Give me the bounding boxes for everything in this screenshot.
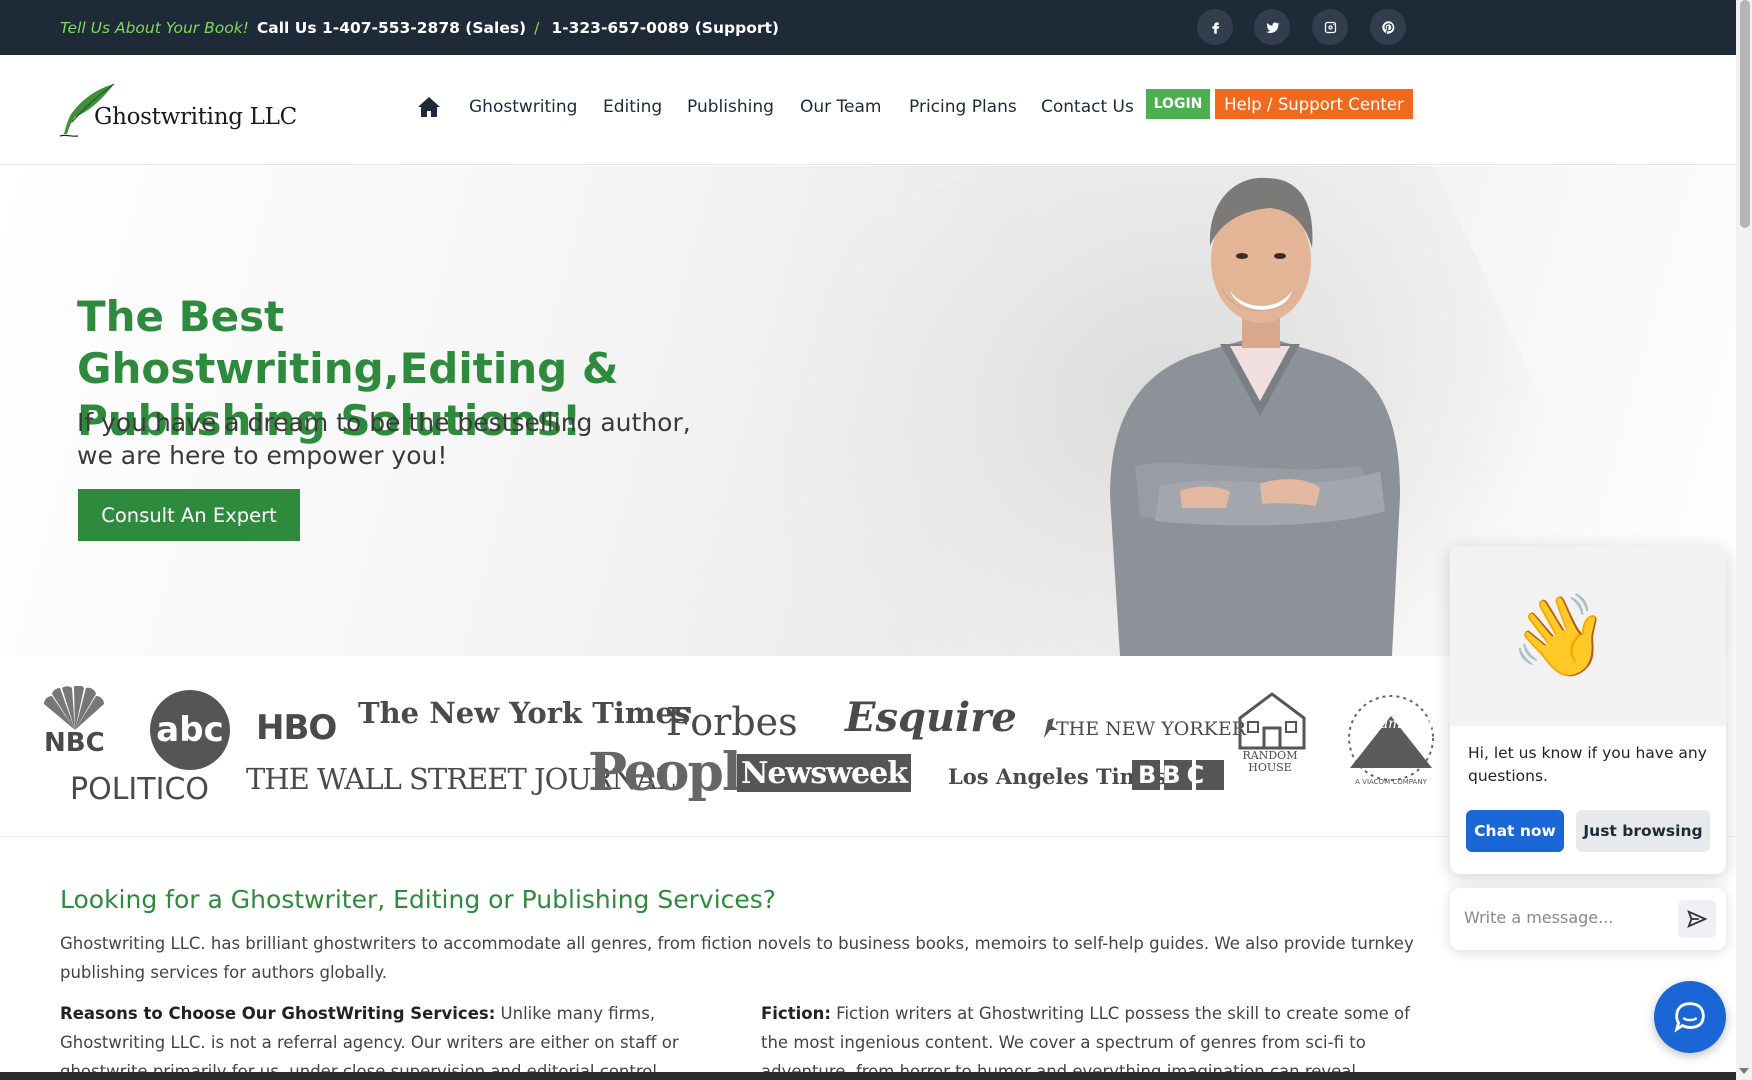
pinterest-icon[interactable] [1370, 9, 1406, 45]
section-title: Looking for a Ghostwriter, Editing or Pu… [60, 885, 777, 914]
nav-ghostwriting[interactable]: Ghostwriting [469, 89, 577, 125]
press-logos: NBC abc HBO The New York Times Forbes Es… [0, 656, 1450, 836]
sales-phone[interactable]: Call Us 1-407-553-2878 (Sales) [257, 19, 526, 37]
random-house-icon [1238, 692, 1306, 750]
paramount-mountain-icon [1348, 695, 1434, 781]
help-support-button[interactable]: Help / Support Center [1215, 89, 1413, 119]
logo-politico: POLITICO [70, 772, 209, 807]
site-header: Ghostwriting LLC Ghostwriting Editing Pu… [0, 55, 1736, 165]
facebook-icon[interactable] [1197, 9, 1233, 45]
reasons-heading: Reasons to Choose Our GhostWriting Servi… [60, 1004, 496, 1023]
section-intro: Ghostwriting LLC. has brilliant ghostwri… [60, 934, 1414, 982]
nbc-peacock-icon [44, 686, 104, 730]
nav-editing[interactable]: Editing [603, 89, 662, 125]
just-browsing-button[interactable]: Just browsing [1576, 810, 1710, 852]
page-scrollbar[interactable] [1736, 0, 1752, 1080]
logo-nytimes: The New York Times [358, 696, 691, 730]
chat-message-input[interactable]: Write a message... [1450, 888, 1726, 950]
logo-forbes: Forbes [666, 700, 798, 744]
top-bar: Tell Us About Your Book! Call Us 1-407-5… [0, 0, 1736, 55]
home-icon[interactable] [417, 89, 441, 125]
scrollbar-thumb[interactable] [1740, 0, 1750, 228]
logo-esquire: Esquire [845, 694, 1017, 741]
scroll-down-icon[interactable] [1739, 1068, 1749, 1074]
nav-pricing-plans[interactable]: Pricing Plans [909, 89, 1017, 125]
logo-bbc: BBC [1132, 760, 1224, 790]
reasons-column: Reasons to Choose Our GhostWriting Servi… [60, 999, 710, 1080]
topbar-contact: Tell Us About Your Book! Call Us 1-407-5… [60, 0, 779, 55]
paramount-text: Paramount [1356, 716, 1434, 732]
site-logo[interactable]: Ghostwriting LLC [58, 82, 297, 140]
nav-publishing[interactable]: Publishing [687, 89, 774, 125]
separator: / [534, 18, 540, 37]
logo-hbo: HBO [256, 708, 337, 748]
logo-nbc: NBC [44, 728, 105, 758]
chat-now-button[interactable]: Chat now [1466, 810, 1564, 852]
logo-text: Ghostwriting LLC [94, 104, 297, 130]
instagram-icon[interactable] [1312, 9, 1348, 45]
viacom-text: A VIACOM COMPANY [1355, 778, 1427, 786]
logo-newsweek: Newsweek [737, 754, 911, 792]
chat-input-placeholder: Write a message... [1464, 908, 1614, 927]
nav-contact-us[interactable]: Contact Us [1041, 89, 1134, 125]
chat-launcher-button[interactable] [1654, 981, 1726, 1053]
chat-popup-header: 👋 [1450, 546, 1726, 726]
logo-abc: abc [150, 690, 230, 770]
support-phone[interactable]: 1-323-657-0089 (Support) [551, 19, 779, 37]
logo-newyorker: THE NEW YORKER [1056, 718, 1247, 740]
newyorker-figure-icon [1044, 718, 1058, 738]
hero-subtitle: If you have a dream to be the bestsellin… [77, 408, 691, 470]
logo-random-house: RANDOM HOUSE [1242, 749, 1298, 774]
chat-message: Hi, let us know if you have any question… [1468, 744, 1707, 785]
send-icon[interactable] [1678, 900, 1716, 938]
fiction-heading: Fiction: [761, 1004, 831, 1023]
chat-bubble-icon [1674, 1002, 1705, 1033]
logo-paramount: Paramount A VIACOM COMPANY [1336, 694, 1446, 790]
consult-expert-button[interactable]: Consult An Expert [78, 489, 300, 541]
tell-us-link[interactable]: Tell Us About Your Book! [60, 19, 249, 37]
twitter-icon[interactable] [1254, 9, 1290, 45]
bottom-edge [0, 1072, 1736, 1080]
chat-popup: 👋 Hi, let us know if you have any questi… [1450, 546, 1726, 874]
hero-person-image [1110, 177, 1400, 656]
fiction-text: Fiction writers at Ghostwriting LLC poss… [761, 1004, 1410, 1080]
nav-our-team[interactable]: Our Team [800, 89, 881, 125]
fiction-column: Fiction: Fiction writers at Ghostwriting… [761, 999, 1411, 1080]
login-button[interactable]: LOGIN [1146, 89, 1210, 119]
waving-hand-icon: 👋 [1510, 589, 1610, 682]
